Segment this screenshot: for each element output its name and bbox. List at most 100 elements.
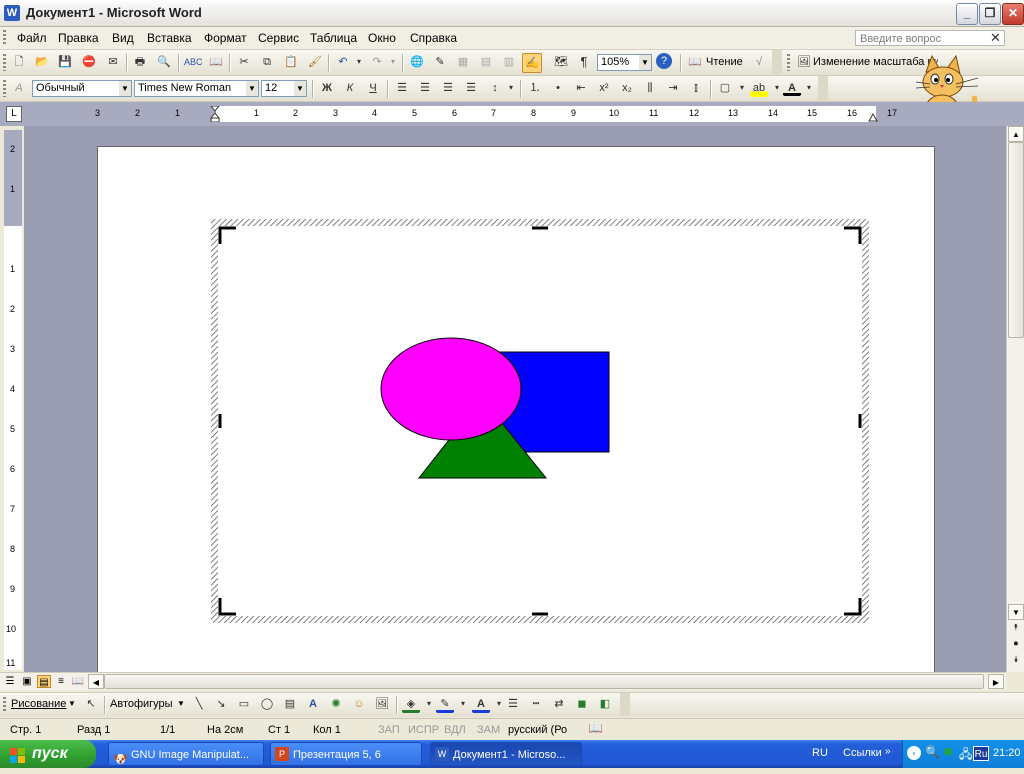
- horizontal-ruler[interactable]: 3 2 1 1 2 3 4 5 6 7 8 9 10 11 12 13 14 1…: [95, 105, 935, 123]
- status-track-changes[interactable]: ИСПР: [408, 724, 439, 736]
- scroll-left-icon[interactable]: ◀: [88, 674, 104, 689]
- email-icon[interactable]: ✉: [104, 53, 122, 71]
- styles-icon[interactable]: A: [10, 79, 28, 97]
- underline-button[interactable]: Ч: [364, 79, 382, 97]
- superscript-icon[interactable]: x²: [595, 79, 613, 97]
- status-overtype[interactable]: ЗАМ: [477, 724, 500, 736]
- open-icon[interactable]: 📂: [33, 53, 51, 71]
- horizontal-scroll-thumb[interactable]: [104, 674, 984, 689]
- clock[interactable]: 21:20: [993, 747, 1021, 759]
- select-objects-icon[interactable]: ↖: [82, 695, 100, 713]
- justify-icon[interactable]: ☰: [462, 79, 480, 97]
- show-hidden-icons-icon[interactable]: ‹: [907, 746, 921, 760]
- line-tool-icon[interactable]: ╲: [190, 695, 208, 713]
- font-color-icon[interactable]: A: [472, 695, 490, 713]
- drawing-canvas[interactable]: [210, 218, 870, 624]
- status-extend[interactable]: ВДЛ: [444, 724, 466, 736]
- font-color-dropdown-icon[interactable]: ▾: [800, 79, 818, 97]
- font-select[interactable]: Times New Roman ▼: [134, 80, 259, 97]
- toolbar-grip[interactable]: [3, 54, 6, 71]
- menu-format[interactable]: Формат: [204, 31, 247, 45]
- arrow-style-icon[interactable]: ⇄: [550, 695, 568, 713]
- print-preview-icon[interactable]: 🔍: [155, 53, 173, 71]
- increase-indent-icon[interactable]: ⇥: [664, 79, 682, 97]
- print-icon[interactable]: 🖶: [131, 53, 149, 71]
- normal-view-icon[interactable]: ☰: [3, 675, 17, 688]
- oval-tool-icon[interactable]: ◯: [258, 695, 276, 713]
- dash-style-icon[interactable]: ┅: [527, 695, 545, 713]
- menu-edit[interactable]: Правка: [58, 31, 99, 45]
- spelling-status-icon[interactable]: 📖: [588, 721, 603, 735]
- equation-icon[interactable]: √: [750, 53, 768, 71]
- right-indent-marker-icon[interactable]: [868, 112, 878, 122]
- align-left-icon[interactable]: ☰: [393, 79, 411, 97]
- 3d-style-icon[interactable]: ◧: [596, 695, 614, 713]
- start-button[interactable]: пуск: [0, 740, 96, 768]
- paste-icon[interactable]: 📋: [282, 53, 300, 71]
- taskbar-item-gimp[interactable]: 🐶 GNU Image Manipulat...: [108, 742, 264, 766]
- horizontal-scrollbar[interactable]: ☰ ▣ ▤ ≡ 📖 ◀ ▶: [0, 672, 1006, 690]
- rectangle-tool-icon[interactable]: ▭: [235, 695, 253, 713]
- menu-window[interactable]: Окно: [368, 31, 396, 45]
- new-document-icon[interactable]: 🗋: [10, 53, 28, 71]
- bug-icon[interactable]: ✱: [943, 745, 953, 759]
- diagram-icon[interactable]: ✺: [327, 695, 345, 713]
- scroll-down-icon[interactable]: ▼: [1008, 604, 1024, 620]
- menu-tools[interactable]: Сервис: [258, 31, 299, 45]
- outline-view-icon[interactable]: ≡: [54, 675, 68, 688]
- toolbar-options-icon[interactable]: [620, 693, 630, 716]
- network-icon[interactable]: 🖧: [959, 745, 972, 766]
- vertical-scrollbar[interactable]: ▲ ▼ ⯭ ● ⯯: [1006, 126, 1024, 672]
- status-language[interactable]: русский (Ро: [508, 724, 567, 736]
- close-button[interactable]: ✕: [1002, 3, 1024, 25]
- fill-color-icon[interactable]: ◈: [402, 695, 420, 713]
- highlight-icon[interactable]: ab: [750, 79, 768, 97]
- align-right-icon[interactable]: ☰: [439, 79, 457, 97]
- autoshapes-menu-button[interactable]: Автофигуры: [110, 698, 173, 710]
- insert-table-icon[interactable]: ▦: [454, 53, 472, 71]
- subscript-icon[interactable]: x₂: [618, 79, 636, 97]
- research-icon[interactable]: 📖: [207, 53, 225, 71]
- distribute-icon[interactable]: ⫼: [641, 79, 659, 97]
- reading-view-icon[interactable]: 📖: [71, 675, 85, 688]
- tables-borders-icon[interactable]: ✎: [431, 53, 449, 71]
- print-layout-view-icon[interactable]: ▤: [37, 675, 51, 688]
- minimize-button[interactable]: _: [956, 3, 978, 25]
- line-color-dropdown-icon[interactable]: ▾: [454, 695, 472, 713]
- show-hide-icon[interactable]: ¶: [575, 53, 593, 71]
- line-spacing-dropdown-icon[interactable]: ▾: [502, 79, 520, 97]
- shadow-style-icon[interactable]: ◼: [573, 695, 591, 713]
- document-map-icon[interactable]: 🗺: [552, 53, 570, 71]
- indent-marker-icon[interactable]: [209, 105, 221, 123]
- keyboard-language-icon[interactable]: Ru: [973, 746, 989, 761]
- redo-dropdown-icon[interactable]: ▾: [384, 53, 402, 71]
- next-page-icon[interactable]: ⯯: [1008, 654, 1024, 668]
- scroll-thumb[interactable]: [1008, 142, 1024, 338]
- scroll-up-icon[interactable]: ▲: [1008, 126, 1024, 142]
- vertical-ruler[interactable]: 2 1 1 2 3 4 5 6 7 8 9 10 11: [4, 130, 22, 670]
- taskbar-item-presentation[interactable]: P Презентация 5, 6: [270, 742, 422, 766]
- permission-icon[interactable]: ⛔: [80, 53, 98, 71]
- menu-help[interactable]: Справка: [410, 31, 457, 45]
- toolbar-grip[interactable]: [787, 54, 790, 71]
- picture-icon[interactable]: 🖼: [795, 53, 813, 71]
- menu-view[interactable]: Вид: [112, 31, 134, 45]
- close-document-icon[interactable]: ✕: [990, 30, 1001, 46]
- scroll-right-icon[interactable]: ▶: [988, 674, 1004, 689]
- menu-file[interactable]: Файл: [17, 31, 47, 45]
- undo-dropdown-icon[interactable]: ▾: [350, 53, 368, 71]
- cut-icon[interactable]: ✂: [235, 53, 253, 71]
- clipart-icon[interactable]: ☺: [350, 695, 368, 713]
- word-app-icon[interactable]: W: [4, 5, 20, 21]
- toolbar-grip[interactable]: [3, 697, 6, 713]
- ask-question-input[interactable]: Введите вопрос: [855, 30, 1005, 46]
- magenta-ellipse-shape[interactable]: [380, 337, 522, 441]
- menu-insert[interactable]: Вставка: [147, 31, 192, 45]
- italic-button[interactable]: К: [341, 79, 359, 97]
- draw-menu-button[interactable]: Рисование: [11, 698, 66, 710]
- read-button-label[interactable]: Чтение: [706, 56, 743, 68]
- menu-table[interactable]: Таблица: [310, 31, 357, 45]
- copy-icon[interactable]: ⧉: [258, 53, 276, 71]
- insert-excel-icon[interactable]: ▤: [477, 53, 495, 71]
- toolbar-options-icon[interactable]: [818, 76, 828, 100]
